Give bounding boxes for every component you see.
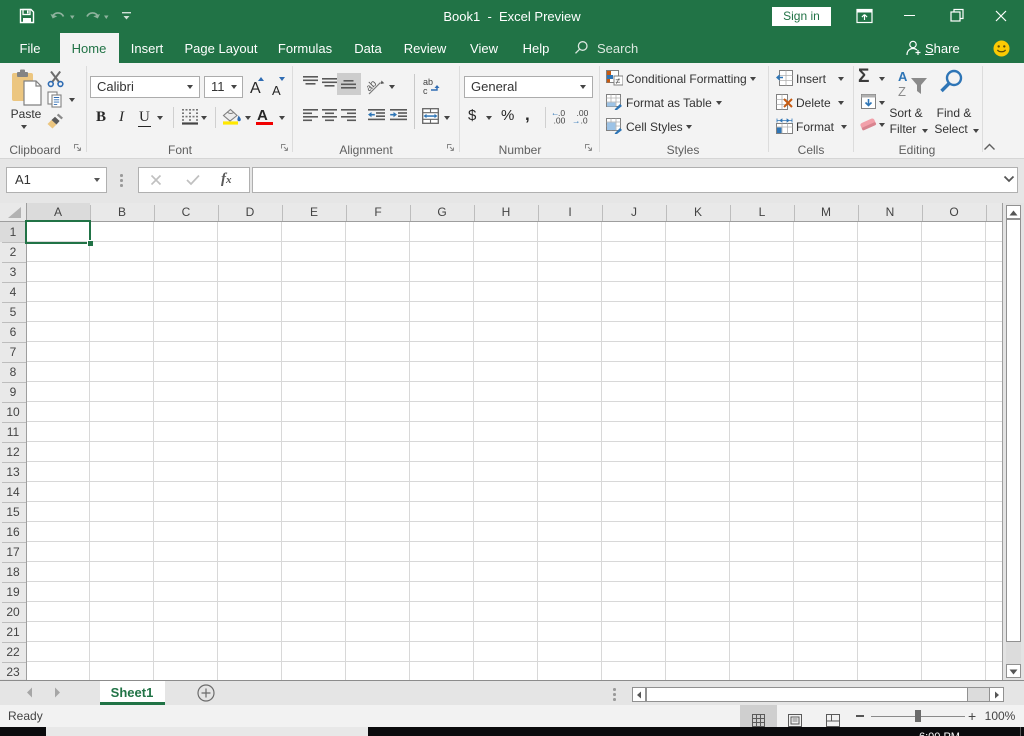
svg-text:.00: .00 [554, 116, 566, 125]
svg-text:→: → [572, 116, 581, 125]
svg-text:ab: ab [367, 78, 379, 94]
svg-text:.0: .0 [581, 116, 588, 125]
svg-text:≠: ≠ [616, 76, 621, 86]
svg-text:c: c [423, 86, 428, 95]
